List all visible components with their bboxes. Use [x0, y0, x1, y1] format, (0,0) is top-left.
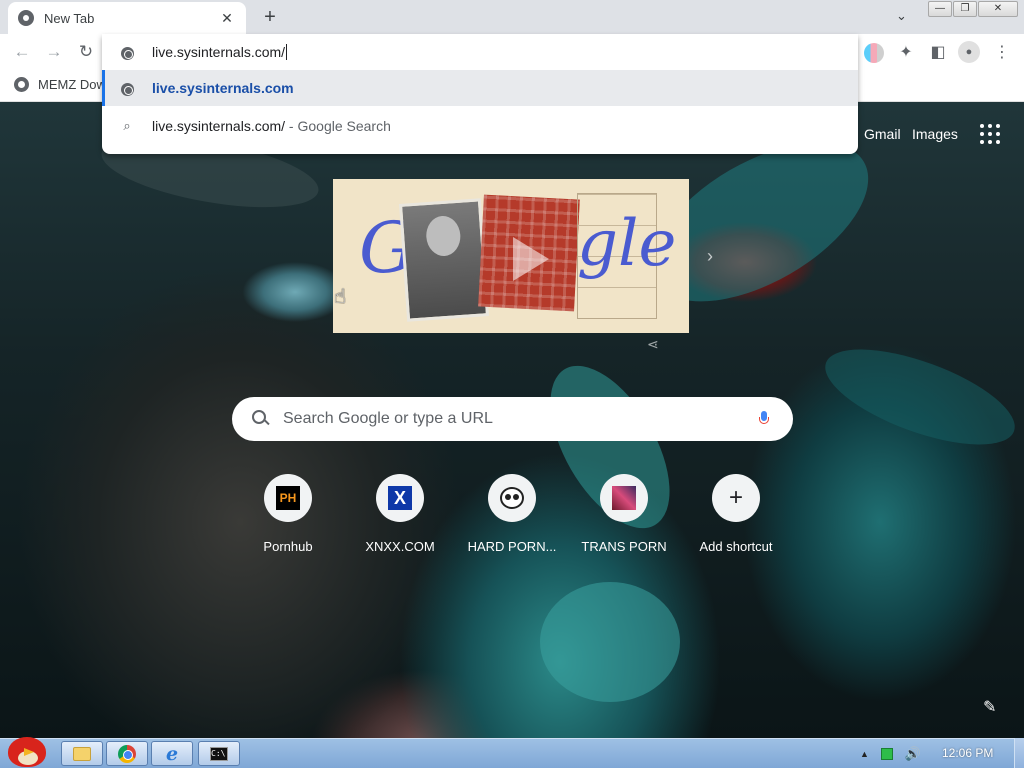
- chrome-icon: [118, 744, 136, 763]
- search-icon: [252, 410, 270, 428]
- bookmark-label: MEMZ Dow: [38, 77, 106, 92]
- shortcut-tile[interactable]: HARD PORN...: [456, 474, 568, 554]
- taskbar-explorer-button[interactable]: [61, 741, 103, 766]
- chrome-favicon-icon: [18, 10, 34, 26]
- shortcut-label: Pornhub: [263, 539, 313, 554]
- search-icon: ⌕: [123, 118, 131, 133]
- internet-explorer-icon: e: [165, 742, 179, 765]
- doodle-portrait-photo: [398, 198, 490, 322]
- ph-icon: PH: [276, 486, 300, 510]
- volume-icon[interactable]: 🔊: [905, 746, 921, 762]
- globe-icon: [102, 44, 152, 60]
- taskbar-clock[interactable]: 12:06 PM: [942, 746, 993, 760]
- tab-search-chevron-icon[interactable]: ⌄: [896, 8, 907, 24]
- google-doodle[interactable]: G gle: [333, 179, 689, 333]
- back-button[interactable]: ←: [11, 42, 33, 64]
- new-tab-button[interactable]: +: [258, 6, 282, 28]
- reload-button[interactable]: ↻: [75, 42, 97, 64]
- side-panel-icon[interactable]: ◧: [927, 42, 949, 64]
- shortcut-tile[interactable]: PH Pornhub: [232, 474, 344, 554]
- profile-avatar-icon[interactable]: ●: [958, 41, 980, 63]
- shortcut-label: XNXX.COM: [365, 539, 435, 554]
- plus-icon: +: [728, 484, 743, 511]
- shortcut-icon-circle: [488, 474, 536, 522]
- window-maximize-button[interactable]: ❐: [953, 1, 977, 17]
- voice-search-mic-icon[interactable]: [759, 411, 769, 427]
- folder-icon: [73, 746, 91, 761]
- tab-title: New Tab: [44, 10, 95, 26]
- start-button[interactable]: [2, 733, 50, 768]
- bookmark-item[interactable]: MEMZ Dow: [14, 77, 106, 92]
- omnibox-dropdown: live.sysinternals.com/ live.sysinternals…: [102, 34, 858, 154]
- x-icon: X: [388, 486, 412, 510]
- shortcut-icon-circle: +: [712, 474, 760, 522]
- gmail-link[interactable]: Gmail: [864, 126, 901, 142]
- shortcut-tile[interactable]: TRANS PORN: [568, 474, 680, 554]
- network-icon[interactable]: [880, 747, 893, 760]
- suggestion-suffix: - Google Search: [285, 118, 391, 134]
- command-prompt-icon: C:\: [210, 746, 228, 761]
- show-hidden-icons-button[interactable]: ▲: [860, 749, 869, 759]
- shortcut-label: HARD PORN...: [467, 539, 557, 554]
- tab-new-tab[interactable]: New Tab ✕: [8, 2, 246, 34]
- window-minimize-button[interactable]: —: [928, 1, 952, 17]
- show-desktop-button[interactable]: [1014, 738, 1024, 768]
- system-tray: ▲ 🔊: [860, 741, 921, 766]
- shortcut-icon-circle: PH: [264, 474, 312, 522]
- forward-button[interactable]: →: [43, 42, 65, 64]
- shortcut-tile[interactable]: X XNXX.COM: [344, 474, 456, 554]
- add-shortcut-button[interactable]: + Add shortcut: [680, 474, 792, 554]
- doodle-letters-gle: gle: [577, 207, 677, 281]
- shortcut-label: Add shortcut: [699, 539, 773, 554]
- shortcut-icon-circle: [600, 474, 648, 522]
- search-placeholder: Search Google or type a URL: [283, 410, 493, 427]
- tab-close-button[interactable]: ✕: [218, 10, 236, 27]
- omnibox-input[interactable]: live.sysinternals.com/: [102, 34, 858, 70]
- doodle-share-icon[interactable]: ⋖: [647, 336, 659, 353]
- bookmark-favicon-icon: [14, 77, 29, 92]
- shortcut-icon-circle: X: [376, 474, 424, 522]
- omnibox-suggestion-url[interactable]: live.sysinternals.com: [102, 70, 858, 106]
- globe-icon: [102, 80, 152, 96]
- taskbar-cmd-button[interactable]: C:\: [198, 741, 240, 766]
- images-link[interactable]: Images: [912, 126, 958, 142]
- suggestion-text: live.sysinternals.com/: [152, 118, 286, 134]
- ntp-search-box[interactable]: Search Google or type a URL: [232, 397, 793, 441]
- hand-cursor-icon: ☝: [334, 286, 347, 308]
- panda-icon: [500, 487, 524, 509]
- browser-title-bar: New Tab ✕ + ⌄ — ❐ ✕: [0, 0, 1024, 34]
- taskbar-ie-button[interactable]: e: [151, 741, 193, 766]
- google-apps-icon[interactable]: [980, 124, 1000, 144]
- doodle-play-icon: [513, 237, 549, 281]
- chrome-menu-icon[interactable]: ⋮: [991, 42, 1013, 64]
- extension-avatar-icon[interactable]: [864, 43, 884, 63]
- suggestion-text: live.sysinternals.com: [152, 80, 294, 96]
- customize-pencil-icon[interactable]: ✎: [983, 697, 996, 717]
- window-close-button[interactable]: ✕: [978, 1, 1018, 17]
- doodle-next-chevron-icon[interactable]: ›: [707, 246, 713, 267]
- omnibox-text: live.sysinternals.com/: [152, 44, 286, 60]
- omnibox-suggestion-search[interactable]: ⌕ live.sysinternals.com/ - Google Search: [102, 108, 858, 144]
- trans-icon: [612, 486, 636, 510]
- extensions-puzzle-icon[interactable]: ✦: [895, 42, 917, 64]
- shortcut-label: TRANS PORN: [581, 539, 667, 554]
- taskbar-chrome-button[interactable]: [106, 741, 148, 766]
- text-caret: [286, 44, 288, 60]
